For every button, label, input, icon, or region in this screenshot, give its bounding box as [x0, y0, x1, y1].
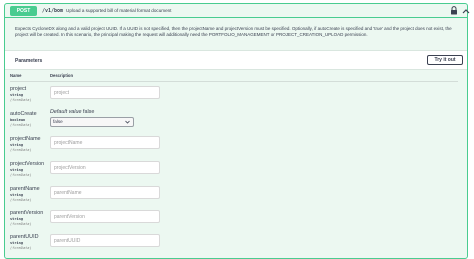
- parameter-location: (formData): [10, 198, 32, 202]
- parameter-row-projectname: projectName string (formData): [10, 136, 460, 158]
- column-header-description: Description: [50, 73, 74, 78]
- lock-icon[interactable]: [450, 6, 458, 15]
- autocreate-select[interactable]: false: [50, 117, 134, 127]
- parameter-location: (formData): [10, 148, 32, 152]
- parameter-row-parentuuid: parentUUID string (formData): [10, 234, 460, 256]
- parameter-row-project: project string (formData): [10, 86, 460, 108]
- column-header-name: Name: [10, 73, 22, 78]
- parameter-row-autocreate: autoCreate boolean (formData) Default va…: [10, 109, 460, 133]
- parameter-row-parentversion: parentVersion string (formData): [10, 210, 460, 232]
- parameter-name: parentUUID: [10, 234, 39, 240]
- default-value-note: Default value false: [50, 109, 94, 115]
- http-method-badge: POST: [10, 6, 37, 16]
- parameter-location: (formData): [10, 246, 32, 250]
- projectversion-input[interactable]: [50, 161, 160, 174]
- parameter-name: projectVersion: [10, 161, 45, 167]
- parameter-type: string: [10, 193, 23, 197]
- parameter-name: projectName: [10, 136, 41, 142]
- parameter-type: boolean: [10, 118, 26, 122]
- parameter-type: string: [10, 168, 23, 172]
- project-input[interactable]: [50, 86, 160, 99]
- parameter-location: (formData): [10, 98, 32, 102]
- autocreate-selected-value: false: [53, 119, 63, 124]
- parameter-name: project: [10, 86, 27, 92]
- column-header-divider: [10, 81, 458, 82]
- parameters-title: Parameters: [15, 58, 43, 64]
- parameter-name: parentVersion: [10, 210, 44, 216]
- parameter-location: (formData): [10, 123, 32, 127]
- parameter-location: (formData): [10, 222, 32, 226]
- try-it-out-button[interactable]: Try it out: [427, 55, 463, 65]
- parameter-location: (formData): [10, 173, 32, 177]
- parameter-name: autoCreate: [10, 111, 37, 117]
- chevron-down-icon: [125, 120, 130, 124]
- parentname-input[interactable]: [50, 186, 160, 199]
- operation-description: Expects CycloneDX along and a valid proj…: [15, 26, 452, 37]
- parentversion-input[interactable]: [50, 210, 160, 223]
- parameter-type: string: [10, 241, 23, 245]
- parameter-type: string: [10, 93, 23, 97]
- endpoint-path: /v1/bom: [42, 8, 64, 14]
- parameter-row-projectversion: projectVersion string (formData): [10, 161, 460, 183]
- parameter-row-parentname: parentName string (formData): [10, 186, 460, 208]
- default-value-label: Default value: [50, 109, 82, 115]
- parentuuid-input[interactable]: [50, 234, 160, 247]
- parameter-type: string: [10, 143, 23, 147]
- operation-summary-bar[interactable]: POST /v1/bom Upload a supported bill of …: [5, 4, 470, 18]
- parameter-name: parentName: [10, 186, 40, 192]
- parameters-header: Parameters Try it out: [5, 50, 467, 70]
- parameter-type: string: [10, 217, 23, 221]
- chevron-up-icon[interactable]: [462, 8, 470, 14]
- operation-summary-text: Upload a supported bill of material form…: [66, 8, 172, 13]
- projectname-input[interactable]: [50, 136, 160, 149]
- default-value: false: [82, 109, 95, 115]
